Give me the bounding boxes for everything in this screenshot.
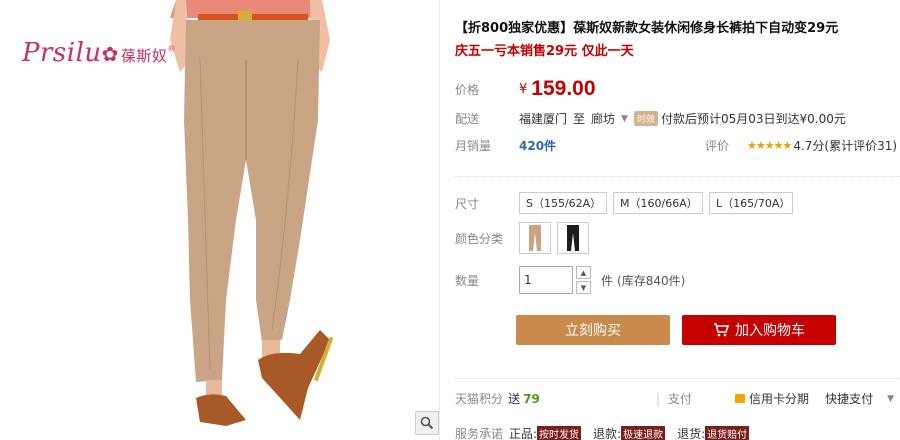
- khaki-pants-icon: [529, 225, 541, 251]
- chevron-down-icon[interactable]: ▼: [887, 394, 894, 404]
- brand-logo: Prsilu✿ 葆斯奴®: [22, 38, 176, 68]
- rating-label: 评价: [705, 139, 730, 153]
- size-option-m[interactable]: M（160/66A）: [613, 192, 703, 214]
- black-pants-icon: [567, 225, 579, 251]
- stock-count: (库存840件): [617, 273, 686, 288]
- service-name-1: 正品:: [509, 427, 538, 440]
- credit-card-icon: [735, 394, 746, 403]
- separator: |: [655, 391, 660, 406]
- price-row: 价格 ¥ 159.00: [455, 72, 596, 106]
- shipping-destination[interactable]: 廊坊: [591, 110, 615, 127]
- service-tag-1[interactable]: 按时发货: [537, 426, 582, 440]
- service-name-3: 退货:: [677, 427, 706, 440]
- quantity-stepper: ▲ ▼: [576, 266, 591, 294]
- sales-count: 420件: [519, 139, 557, 153]
- add-to-cart-label: 加入购物车: [735, 323, 805, 339]
- divider: [455, 176, 900, 177]
- logo-mark: ®: [167, 44, 176, 54]
- rating-text[interactable]: 4.7分(累计评价31): [793, 137, 897, 154]
- quantity-input[interactable]: 1: [519, 266, 573, 294]
- quantity-unit: 件: [601, 273, 614, 288]
- quick-pay-link[interactable]: 快捷支付: [825, 390, 873, 407]
- service-label: 服务承诺: [455, 427, 504, 440]
- credit-prefix: 送: [508, 392, 521, 406]
- service-row: 服务承诺 正品: 按时发货 退款: 极速退款 退货: 退货赔付: [455, 425, 761, 440]
- rating-row: 评价 ★★★★★ 4.7分(累计评价31): [705, 137, 897, 154]
- size-option-s[interactable]: S（155/62A）: [519, 192, 607, 214]
- color-swatch-black[interactable]: [557, 222, 589, 254]
- currency-symbol: ¥: [519, 81, 528, 97]
- shipping-note: 付款后预计05月03日到达¥0.00元: [660, 112, 846, 126]
- service-tag-2[interactable]: 极速退款: [621, 426, 666, 440]
- flower-icon: ✿: [101, 42, 119, 66]
- price-value: 159.00: [531, 77, 596, 100]
- product-title: 【折800独家优惠】葆斯奴新款女装休闲修身长裤拍下自动变29元: [455, 21, 839, 36]
- credit-row: 天猫积分 送 79 | 支付 信用卡分期 快捷支付 ▼: [455, 390, 900, 407]
- color-row: 颜色分类: [455, 222, 595, 254]
- price-label: 价格: [455, 82, 480, 97]
- service-tag-3[interactable]: 退货赔付: [705, 426, 750, 440]
- divider: [455, 378, 900, 379]
- size-label: 尺寸: [455, 196, 480, 211]
- cart-icon: [714, 323, 729, 337]
- decrease-icon[interactable]: ▼: [576, 281, 591, 294]
- product-image[interactable]: Prsilu✿ 葆斯奴®: [0, 0, 440, 440]
- shipping-from: 福建厦门: [519, 112, 568, 126]
- add-to-cart-button[interactable]: 加入购物车: [682, 315, 836, 345]
- color-label: 颜色分类: [455, 231, 504, 246]
- size-option-l[interactable]: L（165/70A）: [709, 192, 793, 214]
- logo-text: Prsilu: [22, 38, 102, 68]
- timely-badge: 时效: [633, 111, 658, 126]
- credit-label: 天猫积分: [455, 392, 504, 406]
- quantity-row: 数量 1 ▲ ▼ 件 (库存840件): [455, 266, 685, 294]
- zoom-button[interactable]: [415, 411, 439, 435]
- quantity-label: 数量: [455, 273, 480, 288]
- shipping-label: 配送: [455, 112, 480, 126]
- installment-link[interactable]: 信用卡分期: [749, 390, 809, 407]
- increase-icon[interactable]: ▲: [576, 266, 591, 279]
- product-subtitle: 庆五一亏本销售29元 仅此一天: [455, 44, 634, 59]
- product-info-panel: 【折800独家优惠】葆斯奴新款女装休闲修身长裤拍下自动变29元 庆五一亏本销售2…: [455, 0, 900, 440]
- pay-label: 支付: [667, 392, 692, 406]
- shipping-row: 配送 福建厦门 至 廊坊 ▼ 时效 付款后预计05月03日到达¥0.00元: [455, 110, 852, 127]
- buy-now-button[interactable]: 立刻购买: [516, 315, 670, 345]
- shipping-to-word: 至: [573, 112, 586, 126]
- color-swatch-khaki[interactable]: [519, 222, 551, 254]
- sales-row: 月销量 420件: [455, 137, 556, 154]
- size-row: 尺寸 S（155/62A） M（160/66A） L（165/70A）: [455, 192, 799, 214]
- service-name-2: 退款:: [593, 427, 622, 440]
- chevron-down-icon[interactable]: ▼: [621, 114, 628, 124]
- star-rating-icon: ★★★★★: [747, 139, 792, 152]
- logo-cn: 葆斯奴: [120, 47, 168, 65]
- credit-points: 79: [523, 391, 540, 406]
- magnifier-icon: [420, 416, 434, 430]
- sales-label: 月销量: [455, 139, 492, 153]
